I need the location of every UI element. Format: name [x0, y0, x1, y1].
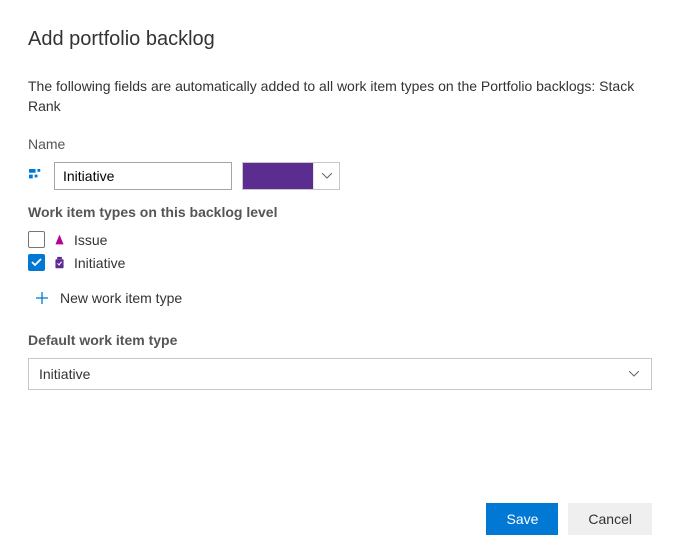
checkbox-issue[interactable] — [28, 231, 45, 248]
color-swatch — [243, 163, 313, 189]
add-new-wit-label: New work item type — [60, 290, 182, 306]
checkbox-initiative[interactable] — [28, 254, 45, 271]
wit-item-issue: Issue — [28, 228, 652, 251]
wit-item-initiative: Initiative — [28, 251, 652, 274]
color-picker[interactable] — [242, 162, 340, 190]
wit-label-initiative: Initiative — [74, 255, 125, 271]
initiative-icon — [52, 255, 67, 270]
default-wit-label: Default work item type — [28, 332, 652, 348]
dialog-title: Add portfolio backlog — [28, 28, 652, 51]
wit-section-heading: Work item types on this backlog level — [28, 204, 652, 220]
issue-icon — [52, 232, 67, 247]
cancel-button[interactable]: Cancel — [568, 503, 652, 535]
name-row — [28, 162, 652, 190]
wit-label-issue: Issue — [74, 232, 107, 248]
name-label: Name — [28, 136, 652, 152]
save-button[interactable]: Save — [486, 503, 558, 535]
portfolio-level-icon — [28, 168, 44, 184]
name-input[interactable] — [54, 162, 232, 190]
wit-list: Issue Initiative — [28, 228, 652, 274]
dialog-footer: Save Cancel — [486, 503, 652, 535]
chevron-down-icon — [313, 163, 339, 189]
plus-icon — [34, 290, 50, 306]
chevron-down-icon — [627, 367, 641, 381]
dialog-description: The following fields are automatically a… — [28, 77, 652, 116]
default-wit-dropdown[interactable]: Initiative — [28, 358, 652, 390]
add-new-wit-button[interactable]: New work item type — [28, 284, 652, 312]
default-wit-value: Initiative — [39, 366, 90, 382]
